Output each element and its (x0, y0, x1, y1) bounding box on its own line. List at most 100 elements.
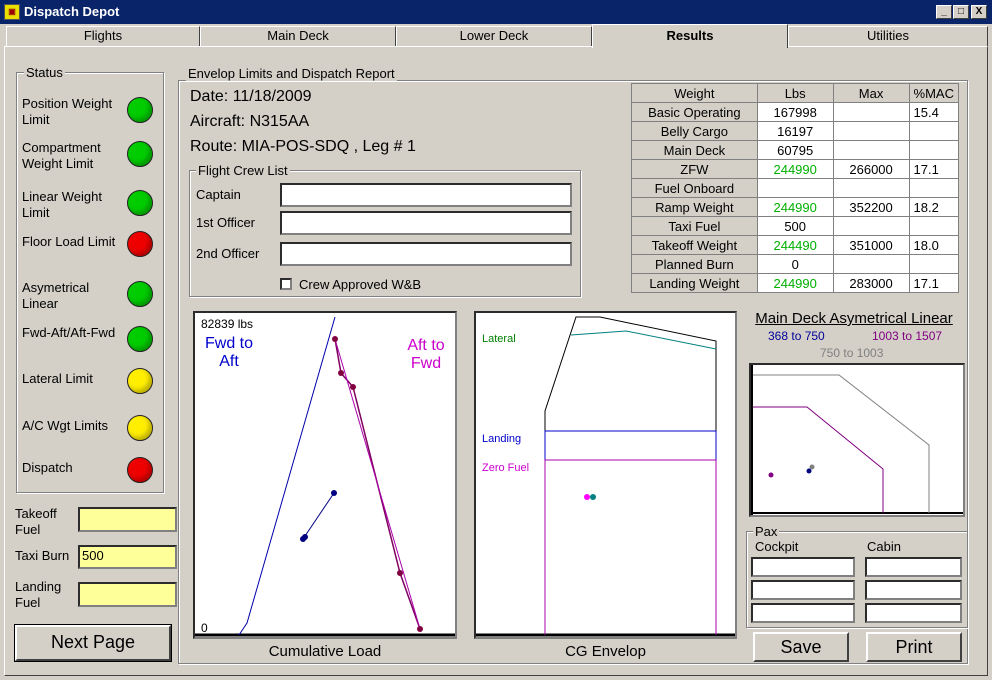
aft-point (397, 570, 403, 576)
row-label: ZFW (631, 159, 758, 179)
column-header: Weight (631, 83, 758, 103)
mac-cell: 15.4 (908, 102, 960, 122)
cg-envelop-svg (476, 316, 735, 637)
row-label: Belly Cargo (631, 121, 758, 141)
fwd-segment (302, 492, 335, 540)
lbs-cell: 60795 (756, 140, 834, 160)
asym-point (806, 468, 812, 474)
report-group-title: Envelop Limits and Dispatch Report (186, 66, 397, 81)
mac-cell (908, 178, 960, 198)
aft-point (350, 384, 356, 390)
asym-point (809, 464, 815, 470)
pax-cabin-field[interactable] (865, 557, 962, 577)
pax-cabin-field[interactable] (865, 603, 962, 623)
asym-range-2-line (753, 406, 884, 513)
save-button[interactable]: Save (753, 632, 849, 662)
lbs-cell: 500 (756, 216, 834, 236)
lbs-cell: 244990 (756, 159, 834, 179)
row-label: Landing Weight (631, 273, 758, 293)
landing-fuel-field[interactable] (78, 582, 177, 607)
tab-utilities[interactable]: Utilities (788, 26, 988, 46)
lbs-cell: 244990 (756, 197, 834, 217)
pax-cockpit-field[interactable] (751, 603, 855, 623)
max-cell: 352200 (832, 197, 910, 217)
status-label: Compartment Weight Limit (22, 140, 101, 171)
fwd-to-aft-label: Fwd to Aft (204, 335, 253, 370)
cg-lateral-label: Lateral (482, 333, 516, 345)
next-page-button[interactable]: Next Page (14, 624, 172, 662)
aft-to-fwd-limit-line (334, 338, 421, 630)
crew-approved-label: Crew Approved W&B (299, 277, 422, 292)
cg-envelop-caption: CG Envelop (565, 643, 646, 660)
status-label: A/C Wgt Limits (22, 418, 108, 433)
first-officer-label: 1st Officer (196, 215, 256, 230)
asym-point (768, 472, 774, 478)
mac-cell (908, 140, 960, 160)
asym-range-3: 750 to 1003 (820, 346, 884, 360)
column-header: %MAC (908, 83, 960, 103)
tab-results[interactable]: Results (592, 24, 788, 48)
mac-cell: 17.1 (908, 159, 960, 179)
report-date: Date: 11/18/2009 (190, 88, 312, 105)
report-route: Route: MIA-POS-SDQ , Leg # 1 (190, 138, 416, 155)
second-officer-field[interactable] (280, 242, 572, 266)
max-cell: 351000 (832, 235, 910, 255)
max-cell (832, 254, 910, 274)
pax-cabin-label: Cabin (867, 539, 901, 554)
tab-flights[interactable]: Flights (6, 26, 200, 46)
pax-title: Pax (753, 524, 780, 539)
pax-cockpit-field[interactable] (751, 557, 855, 577)
mac-cell: 18.2 (908, 197, 960, 217)
aft-point (338, 370, 344, 376)
cumulative-load-plot: 82839 lbs Fwd to Aft Aft to Fwd 0 (193, 311, 457, 639)
status-indicator-icon (127, 190, 153, 216)
cumulative-top-value: 82839 lbs (201, 317, 254, 331)
asym-plot (749, 363, 965, 517)
asym-range-1: 368 to 750 (768, 329, 825, 343)
cg-takeoff-point (590, 494, 596, 500)
max-cell (832, 140, 910, 160)
pax-cockpit-label: Cockpit (755, 539, 799, 554)
table-row: Landing Weight 244990 283000 17.1 (631, 273, 960, 293)
asym-svg (751, 365, 963, 515)
table-row: Fuel Onboard (631, 178, 960, 198)
lbs-cell (756, 178, 834, 198)
pax-cockpit-field[interactable] (751, 580, 855, 600)
captain-field[interactable] (280, 183, 572, 207)
print-button[interactable]: Print (866, 632, 962, 662)
cg-zero-fuel-label: Zero Fuel (482, 462, 530, 474)
asym-range-2: 1003 to 1507 (872, 329, 943, 343)
status-indicator-icon (127, 457, 153, 483)
tab-lower-deck[interactable]: Lower Deck (396, 26, 592, 46)
taxi-burn-label: Taxi Burn (15, 548, 70, 563)
taxi-burn-field[interactable]: 500 (78, 545, 177, 569)
maximize-button[interactable]: □ (953, 5, 969, 19)
first-officer-field[interactable] (280, 211, 572, 235)
cg-outer-envelope (544, 316, 717, 635)
pax-cabin-field[interactable] (865, 580, 962, 600)
table-row: ZFW 244990 266000 17.1 (631, 159, 960, 179)
window-title: Dispatch Depot (24, 4, 120, 19)
status-indicator-icon (127, 97, 153, 123)
tab-main-deck[interactable]: Main Deck (200, 26, 396, 46)
weight-table: Weight Lbs Max %MAC Basic Operating 167998 15.… (631, 83, 960, 293)
status-label: Position Weight Limit (22, 96, 113, 127)
minimize-button[interactable]: _ (936, 5, 952, 19)
cumulative-load-caption: Cumulative Load (268, 643, 382, 660)
asym-title: Main Deck Asymetrical Linear (755, 310, 953, 327)
row-label: Taxi Fuel (631, 216, 758, 236)
close-button[interactable]: X (971, 5, 987, 19)
status-indicator-icon (127, 368, 153, 394)
lbs-cell: 0 (756, 254, 834, 274)
takeoff-fuel-field[interactable] (78, 507, 177, 532)
column-header: Lbs (756, 83, 834, 103)
weight-table-header: Weight Lbs Max %MAC (631, 83, 960, 103)
crew-approved-checkbox[interactable] (280, 278, 292, 290)
table-row: Basic Operating 167998 15.4 (631, 102, 960, 122)
cg-lateral-line (570, 330, 717, 350)
takeoff-fuel-label: Takeoff Fuel (15, 506, 57, 537)
aft-point (332, 336, 338, 342)
cg-landing-label: Landing (482, 433, 522, 445)
status-label: Linear Weight Limit (22, 189, 102, 220)
max-cell (832, 216, 910, 236)
